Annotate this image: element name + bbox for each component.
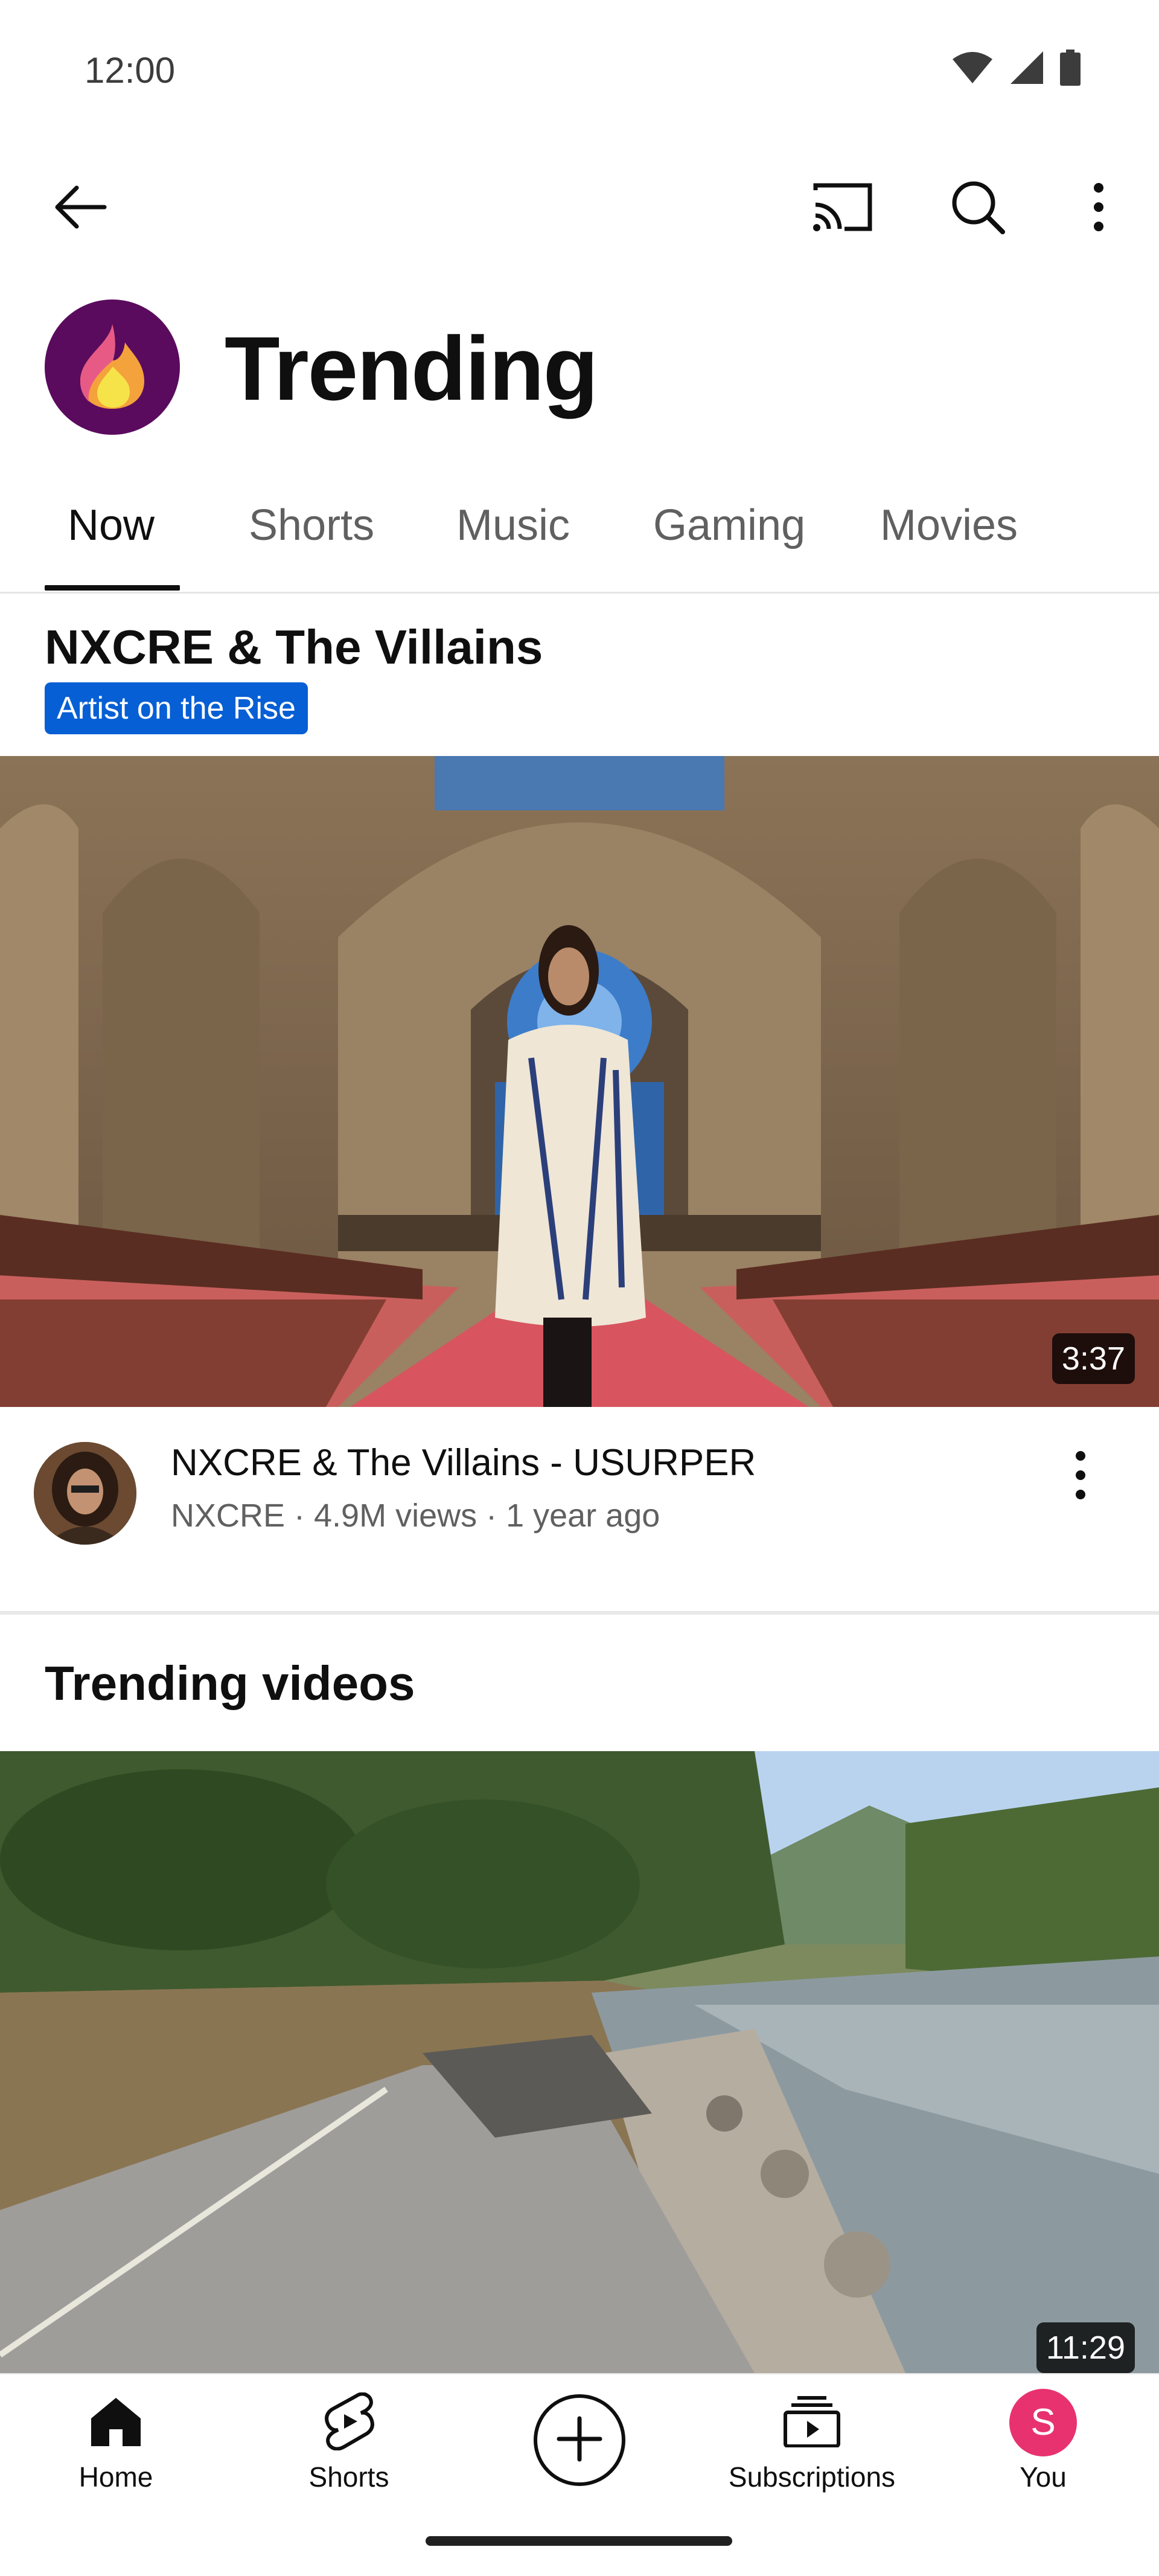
more-vertical-icon <box>1093 182 1105 234</box>
create-plus-icon <box>555 2415 604 2466</box>
tab-movies[interactable]: Movies <box>880 498 1018 553</box>
youtube-trending-page: 12:00 Trending Now Shorts Music Gaming M… <box>0 0 1159 2576</box>
trending-flame-icon <box>73 321 152 414</box>
cast-button[interactable] <box>800 166 884 251</box>
nav-shorts-label: Shorts <box>308 2461 389 2493</box>
page-title: Trending <box>225 318 598 419</box>
status-bar: 12:00 <box>0 0 1159 139</box>
search-button[interactable] <box>936 166 1020 251</box>
tab-music[interactable]: Music <box>456 498 570 553</box>
video-duration: 11:29 <box>1036 2322 1135 2373</box>
artist-on-the-rise-badge: Artist on the Rise <box>45 682 308 734</box>
video-metadata: NXCRE · 4.9M views · 1 year ago <box>171 1498 660 1534</box>
battery-icon <box>1060 50 1081 86</box>
tab-now[interactable]: Now <box>68 498 155 553</box>
tab-gaming[interactable]: Gaming <box>653 498 805 553</box>
nav-home[interactable]: Home <box>25 2386 206 2495</box>
video-title[interactable]: NXCRE & The Villains - USURPER <box>171 1439 756 1487</box>
status-time: 12:00 <box>85 50 176 91</box>
shorts-icon <box>324 2392 374 2453</box>
trending-videos-heading: Trending videos <box>45 1656 415 1710</box>
gesture-navigation-bar[interactable] <box>426 2536 732 2546</box>
video-duration: 3:37 <box>1052 1333 1135 1384</box>
nav-shorts[interactable]: Shorts <box>258 2386 439 2495</box>
section-divider <box>0 1611 1159 1615</box>
create-button[interactable] <box>534 2394 625 2486</box>
back-button[interactable] <box>37 166 122 251</box>
featured-video-thumbnail[interactable]: 3:37 <box>0 756 1159 1407</box>
nav-you-label: You <box>1020 2461 1067 2493</box>
cast-icon <box>812 183 872 234</box>
trending-video-thumbnail[interactable]: 11:29 <box>0 1751 1159 2373</box>
more-vertical-icon <box>1074 1450 1087 1502</box>
subscriptions-icon <box>783 2395 841 2450</box>
active-tab-indicator <box>45 585 180 591</box>
home-icon <box>90 2395 142 2450</box>
channel-avatar[interactable] <box>34 1442 136 1545</box>
nav-subscriptions[interactable]: Subscriptions <box>721 2386 902 2495</box>
more-options-button[interactable] <box>1056 166 1141 251</box>
nav-subscriptions-label: Subscriptions <box>728 2461 896 2493</box>
trending-logo <box>45 300 180 435</box>
tab-shorts[interactable]: Shorts <box>249 498 374 553</box>
back-arrow-icon <box>53 183 107 234</box>
featured-artist-name[interactable]: NXCRE & The Villains <box>45 617 543 678</box>
avatar: S <box>1009 2389 1077 2456</box>
nav-home-label: Home <box>78 2461 153 2493</box>
video-more-button[interactable] <box>1044 1434 1117 1519</box>
wifi-icon <box>951 51 994 85</box>
nav-you[interactable]: S You <box>953 2386 1134 2495</box>
signal-icon <box>1009 50 1044 85</box>
category-tabs: Now Shorts Music Gaming Movies <box>0 477 1159 594</box>
search-icon <box>951 180 1005 237</box>
